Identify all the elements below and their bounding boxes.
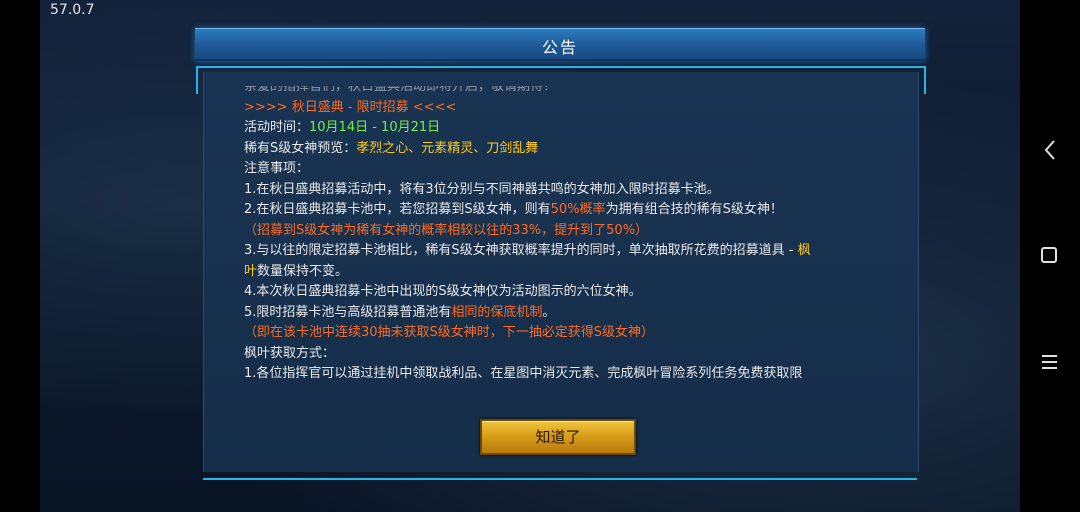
announcement-text-segment: 枫叶获取方式： [244,345,336,361]
announcement-line: 1.各位指挥官可以通过挂机中领取战利品、在星图中消灭元素、完成枫叶冒险系列任务免… [244,364,884,385]
announcement-text-segment: 叶 [244,263,258,279]
announcement-text-segment: 1.在秋日盛典招募活动中，将有3位分别与不同神器共鸣的女神加入限时招募卡池。 [244,181,720,197]
announcement-text-segment: 4.本次秋日盛典招募卡池中出现的S级女神仅为活动图示的六位女神。 [244,284,642,299]
announcement-line: 枫叶获取方式： [244,344,884,365]
announcement-text-segment: 孝烈之心、元素精灵、刀剑乱舞 [356,140,539,156]
back-chevron-icon[interactable] [1042,138,1058,162]
announcement-text-segment: 活动时间： [244,120,310,135]
announcement-line: 稀有S级女神预览：孝烈之心、元素精灵、刀剑乱舞 [244,139,884,160]
announcement-title: 公告 [541,38,578,57]
announcement-title-bar: 公告 [195,28,925,61]
announcement-line: 1.在秋日盛典招募活动中，将有3位分别与不同神器共鸣的女神加入限时招募卡池。 [244,180,884,201]
announcement-text-segment: （招募到S级女神为稀有女神的概率相较以往的33%，提升到了50%） [244,222,649,238]
announcement-text-segment: （即在该卡池中连续30抽未获取S级女神时，下一抽必定获得S级女神） [244,325,655,340]
announcement-text-segment: 5.限时招募卡池与高级招募普通池有 [244,304,452,320]
ok-button[interactable]: 知道了 [480,419,636,455]
announcement-text-segment: 3.与以往的限定招募卡池相比，稀有S级女神获取概率提升的同时，单次抽取所花费的招… [244,243,798,258]
announcement-text-segment: 注意事项： [244,161,310,176]
announcement-text-segment: 2.在秋日盛典招募卡池中，若您招募到S级女神，则有 [244,202,551,217]
announcement-line: 叶数量保持不变。 [244,262,884,283]
announcement-text-segment: 数量保持不变。 [257,263,349,279]
menu-lines-icon[interactable] [1042,355,1057,369]
announcement-line: 活动时间：10月14日 - 10月21日 [244,118,884,139]
announcement-line: （招募到S级女神为稀有女神的概率相较以往的33%，提升到了50%） [244,221,884,242]
announcement-line: 2.在秋日盛典招募卡池中，若您招募到S级女神，则有50%概率为拥有组合技的稀有S… [244,200,884,221]
announcement-text-segment: >>>> 秋日盛典 - 限时招募 <<<< [244,99,457,115]
announcement-line: （即在该卡池中连续30抽未获取S级女神时，下一抽必定获得S级女神） [244,323,884,344]
announcement-text-segment: 为拥有组合技的稀有S级女神！ [605,202,783,217]
version-label: 57.0.7 [50,2,95,18]
announcement-line: 4.本次秋日盛典招募卡池中出现的S级女神仅为活动图示的六位女神。 [244,282,884,303]
announcement-text-segment: 枫 [797,243,811,258]
truncated-top-line: 亲爱的指挥官们，秋日盛典活动即将开启，敬请期待！ [244,86,557,94]
announcement-line: 5.限时招募卡池与高级招募普通池有相同的保底机制。 [244,303,884,324]
announcement-line: 注意事项： [244,159,884,180]
announcement-text-segment: 50%概率 [550,202,606,217]
left-letterbox [0,0,40,512]
panel-bottom-frame [203,478,917,480]
announcement-text-segment: 。 [542,304,556,320]
announcement-text-segment: 稀有S级女神预览： [244,140,357,156]
announcement-line: >>>> 秋日盛典 - 限时招募 <<<< [244,98,884,119]
announcement-text-segment: 10月14日 - 10月21日 [309,120,441,135]
announcement-text-segment: 相同的保底机制 [451,304,543,320]
announcement-text-segment: 1.各位指挥官可以通过挂机中领取战利品、在星图中消灭元素、完成枫叶冒险系列任务免… [244,366,803,381]
home-square-icon[interactable] [1041,247,1057,263]
announcement-content[interactable]: 亲爱的指挥官们，秋日盛典活动即将开启，敬请期待！ >>>> 秋日盛典 - 限时招… [244,86,884,408]
announcement-line: 3.与以往的限定招募卡池相比，稀有S级女神获取概率提升的同时，单次抽取所花费的招… [244,241,884,262]
